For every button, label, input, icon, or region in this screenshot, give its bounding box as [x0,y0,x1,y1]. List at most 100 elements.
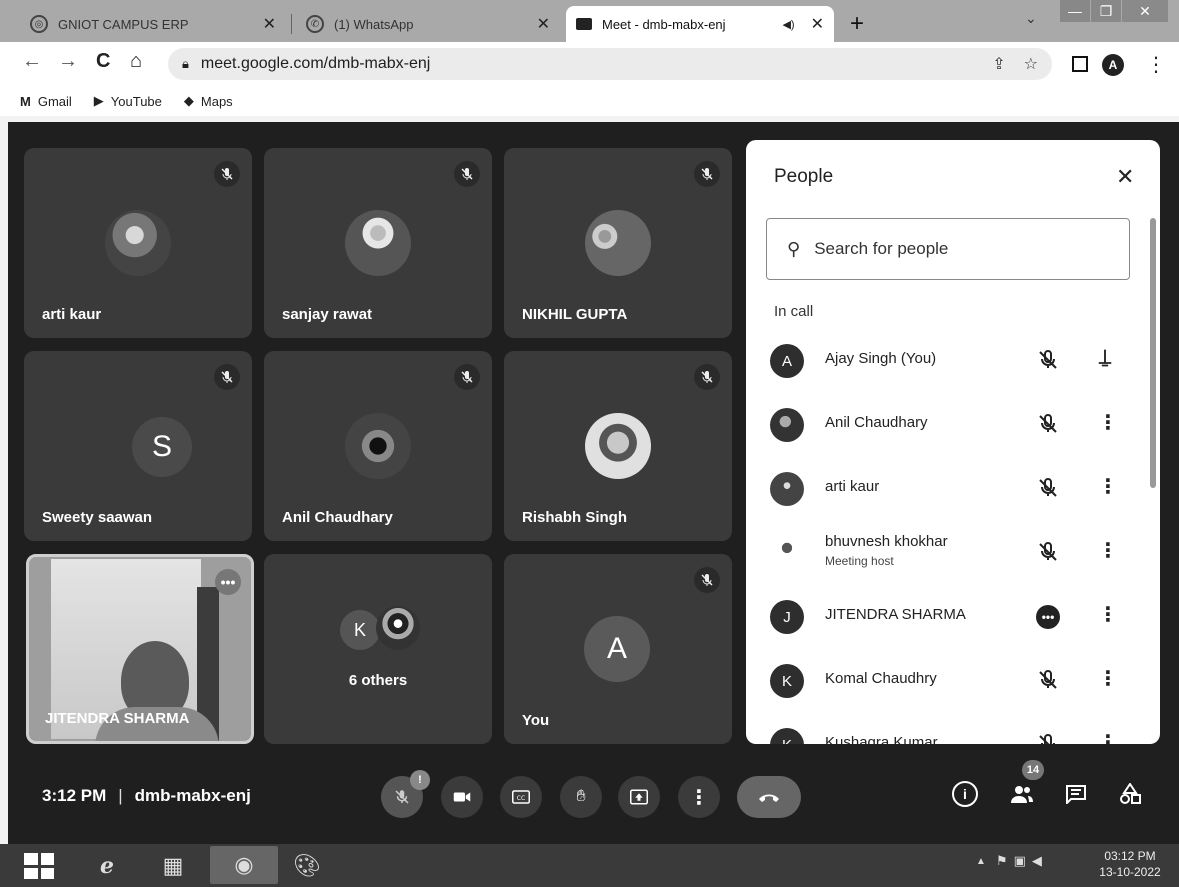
mic-off-icon[interactable] [1036,348,1060,372]
participant-tile[interactable]: sanjay rawat [264,148,492,338]
mic-off-icon[interactable] [1036,668,1060,692]
paint-icon[interactable]: 🎨︎ [286,850,328,882]
browser-menu-icon[interactable]: ⋮ [1146,52,1166,77]
file-explorer-icon[interactable]: ▦ [152,850,194,882]
activities-shapes-icon [1120,783,1141,804]
participant-letter-avatar: K [340,610,380,650]
more-vert-icon[interactable]: ⋮ [1098,666,1118,691]
chevron-down-icon[interactable]: ⌄ [1025,10,1037,27]
close-window-icon[interactable]: ✕ [1122,0,1168,22]
mic-off-icon[interactable] [1036,412,1060,436]
raise-hand-button[interactable]: ✋︎ [560,776,602,818]
bookmark-maps[interactable]: ◆ Maps [184,93,233,109]
participant-tile[interactable]: Rishabh Singh [504,351,732,541]
minimize-window-icon[interactable]: — [1060,0,1090,22]
bookmark-gmail[interactable]: M Gmail [20,94,72,109]
participant-name: You [522,712,550,729]
people-count-badge: 14 [1022,760,1044,780]
tab-whatsapp[interactable]: ✆ (1) WhatsApp ✕ [296,6,560,42]
participant-name: arti kaur [825,478,880,495]
activities-button[interactable] [1116,780,1144,808]
show-everyone-button[interactable] [1008,780,1036,808]
participant-row[interactable]: J JITENDRA SHARMA ••• ⋮ [746,585,1160,647]
close-tab-icon[interactable]: ✕ [811,14,824,34]
clock-time: 03:12 PM [1104,849,1156,863]
mic-alert-badge: ! [410,770,430,790]
close-icon[interactable]: ✕ [1116,164,1134,190]
forward-arrow-icon[interactable]: → [58,50,78,73]
pin-icon[interactable]: ⍊ [1098,346,1112,369]
participant-tile[interactable]: arti kaur [24,148,252,338]
avatar [770,472,804,506]
participant-photo [345,210,411,276]
tab-divider [291,14,292,34]
tray-expand-icon[interactable]: ▲ [976,856,986,867]
present-screen-button[interactable] [618,776,660,818]
meeting-time: 3:12 PM [42,786,107,805]
tab-title: GNIOT CAMPUS ERP [58,16,189,32]
panel-scrollbar[interactable] [1150,218,1156,488]
participant-name: Ajay Singh (You) [825,350,937,367]
tab-gniot-campus-erp[interactable]: ◎ GNIOT CAMPUS ERP ✕ [20,6,286,42]
back-arrow-icon[interactable]: ← [22,50,42,73]
more-vert-icon[interactable]: ⋮ [1098,602,1118,627]
participant-row[interactable]: K Kushagra Kumar ⋮ [746,713,1160,744]
mic-off-icon[interactable] [1036,540,1060,564]
avatar: A [770,344,804,378]
leave-call-button[interactable] [737,776,801,818]
more-options-button[interactable]: ⋮ [678,776,720,818]
reload-icon[interactable]: C [96,50,110,73]
participant-row[interactable]: bhuvnesh khokhar Meeting host ⋮ [746,521,1160,583]
participant-row[interactable]: A Ajay Singh (You) ⍊ [746,329,1160,391]
windows-start-button[interactable] [18,850,60,882]
maximize-window-icon[interactable]: ❐ [1091,0,1121,22]
more-vert-icon[interactable]: ⋮ [1098,538,1118,563]
more-vert-icon[interactable]: ⋮ [1098,474,1118,499]
speaker-icon[interactable]: ◀) [782,18,794,31]
participant-name: Komal Chaudhry [825,670,937,687]
more-vert-icon[interactable]: ⋮ [1098,730,1118,744]
internet-explorer-icon[interactable]: e [86,850,128,882]
people-icon [1011,786,1033,803]
chat-button[interactable] [1062,780,1090,808]
youtube-icon: ▶ [93,93,104,108]
participant-tile[interactable]: Anil Chaudhary [264,351,492,541]
close-tab-icon[interactable]: ✕ [537,14,550,34]
more-vert-icon[interactable]: ⋮ [1098,410,1118,435]
participant-tile-camera[interactable]: ••• JITENDRA SHARMA [26,554,254,744]
system-tray-icons[interactable]: ⚑▣◀ [996,853,1048,869]
participant-row[interactable]: Anil Chaudhary ⋮ [746,393,1160,455]
url-text[interactable]: meet.google.com/dmb-mabx-enj [201,55,974,73]
others-tile[interactable]: K 6 others [264,554,492,744]
more-options-icon[interactable]: ••• [215,569,241,595]
participant-name: Rishabh Singh [522,509,627,526]
captions-button[interactable]: CC [500,776,542,818]
url-bar[interactable]: 🔒︎ meet.google.com/dmb-mabx-enj ⇪ ☆ [168,48,1052,80]
participant-tile[interactable]: S Sweety saawan [24,351,252,541]
home-icon[interactable]: ⌂ [130,50,142,73]
chrome-taskbar-icon[interactable]: ◉ [210,846,278,884]
taskbar-clock[interactable]: 03:12 PM 13-10-2022 [1090,848,1170,880]
profile-avatar[interactable]: A [1102,54,1124,76]
mic-off-icon [694,161,720,187]
toggle-camera-button[interactable] [441,776,483,818]
self-tile[interactable]: A You [504,554,732,744]
bookmark-youtube[interactable]: ▶ YouTube [94,93,162,109]
mic-off-icon[interactable] [1036,732,1060,744]
avatar [770,536,804,570]
participant-row[interactable]: K Komal Chaudhry ⋮ [746,649,1160,711]
share-icon[interactable]: ⇪ [992,54,1005,74]
search-people-input[interactable]: ⚲ Search for people [766,218,1130,280]
new-tab-plus-icon[interactable]: + [850,10,864,38]
tab-meet[interactable]: Meet - dmb-mabx-enj ◀) ✕ [566,6,834,42]
participant-row[interactable]: arti kaur ⋮ [746,457,1160,519]
participant-tile[interactable]: NIKHIL GUPTA [504,148,732,338]
search-placeholder: Search for people [814,239,949,258]
participant-photo [105,210,171,276]
mic-off-icon[interactable] [1036,476,1060,500]
close-tab-icon[interactable]: ✕ [263,14,276,34]
meeting-details-button[interactable]: i [952,781,978,807]
bookmark-star-icon[interactable]: ☆ [1024,54,1038,74]
participant-name: Kushagra Kumar [825,734,938,744]
side-panel-icon[interactable] [1072,56,1088,72]
